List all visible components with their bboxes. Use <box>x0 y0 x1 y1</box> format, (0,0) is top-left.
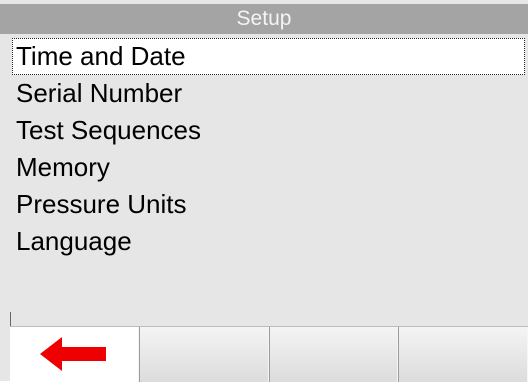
menu-item-memory[interactable]: Memory <box>0 149 528 186</box>
softkey-back[interactable] <box>10 327 139 382</box>
menu-item-language[interactable]: Language <box>0 223 528 260</box>
softkey-bar <box>10 326 528 382</box>
menu-item-serial-number[interactable]: Serial Number <box>0 75 528 112</box>
menu-item-time-and-date[interactable]: Time and Date <box>12 38 525 75</box>
divider <box>10 312 11 326</box>
setup-menu: Time and Date Serial Number Test Sequenc… <box>0 38 528 260</box>
screen-title: Setup <box>0 4 528 34</box>
softkey-3[interactable] <box>268 327 399 382</box>
back-arrow-icon <box>40 336 108 377</box>
menu-item-pressure-units[interactable]: Pressure Units <box>0 186 528 223</box>
setup-screen: Setup Time and Date Serial Number Test S… <box>0 0 528 382</box>
softkey-2[interactable] <box>138 327 269 382</box>
softkey-4[interactable] <box>398 327 528 382</box>
menu-item-test-sequences[interactable]: Test Sequences <box>0 112 528 149</box>
